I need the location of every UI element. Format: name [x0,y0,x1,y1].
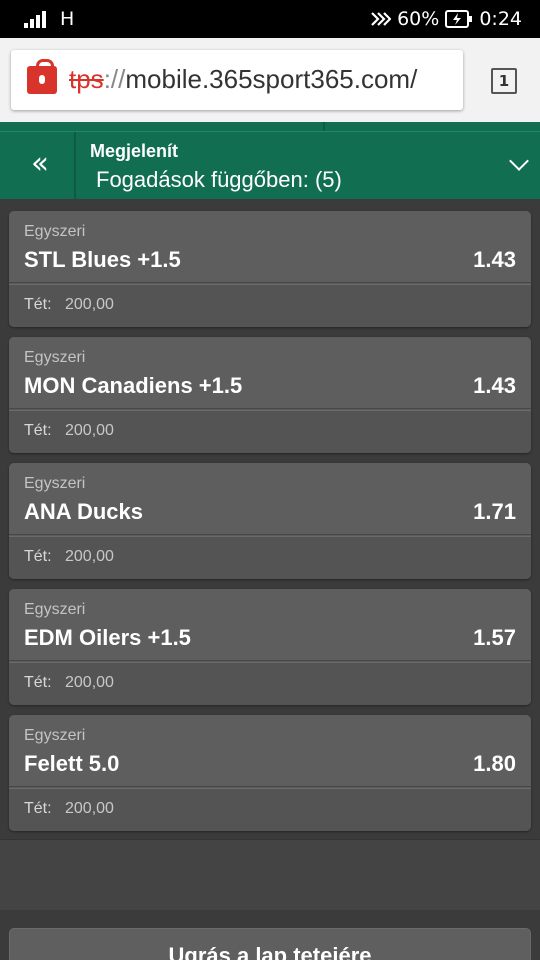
back-button[interactable]: ‹‹ [0,132,76,200]
stake-label: Tét: [24,422,52,439]
status-bar: H 60% 0:24 [0,0,540,38]
bet-odds: 1.43 [473,373,516,398]
bet-odds: 1.43 [473,247,516,272]
stake-value: 200,00 [65,800,114,817]
stake-label: Tét: [24,548,52,565]
stake-value: 200,00 [65,674,114,691]
url-host: mobile.365sport365.com/ [125,64,418,94]
header-label: Megjelenít [90,141,179,161]
bet-odds: 1.71 [473,499,516,524]
stake-value: 200,00 [65,422,114,439]
bet-card[interactable]: Egyszeri ANA Ducks 1.71 Tét: 200,00 [9,463,531,579]
footer-band [0,839,540,911]
bet-selection: MON Canadiens +1.5 [24,373,243,398]
stake-value: 200,00 [65,296,114,313]
green-nav-strip [0,122,540,131]
vibrate-icon [371,12,392,26]
bet-odds: 1.80 [473,751,516,776]
bet-selection: STL Blues +1.5 [24,247,181,272]
url-scheme: tps [69,64,104,94]
bets-header[interactable]: ‹‹ Megjelenít Fogadások függőben: (5) [0,131,540,200]
stake-label: Tét: [24,674,52,691]
battery-percent: 60% [397,8,440,30]
bet-card[interactable]: Egyszeri MON Canadiens +1.5 1.43 Tét: 20… [9,337,531,453]
bet-type: Egyszeri [24,349,86,366]
bet-type: Egyszeri [24,727,86,744]
url-text[interactable]: tps://mobile.365sport365.com/ [69,64,417,95]
address-bar[interactable]: tps://mobile.365sport365.com/ [11,50,463,110]
signal-icon [24,10,50,28]
browser-toolbar: tps://mobile.365sport365.com/ 1 [0,38,540,122]
bet-selection: Felett 5.0 [24,751,120,776]
bet-card[interactable]: Egyszeri STL Blues +1.5 1.43 Tét: 200,00 [9,211,531,327]
bet-card[interactable]: Egyszeri Felett 5.0 1.80 Tét: 200,00 [9,715,531,831]
bet-type: Egyszeri [24,475,86,492]
broken-lock-icon[interactable] [27,59,57,94]
bet-selection: EDM Oilers +1.5 [24,625,191,650]
bet-type: Egyszeri [24,223,86,240]
tab-switcher-icon[interactable]: 1 [491,68,517,94]
url-separator: :// [103,64,126,94]
network-type: H [60,8,75,30]
bet-type: Egyszeri [24,601,86,618]
bet-card[interactable]: Egyszeri EDM Oilers +1.5 1.57 Tét: 200,0… [9,589,531,705]
bet-selection: ANA Ducks [24,499,143,524]
stake-value: 200,00 [65,548,114,565]
header-filter-value[interactable]: Fogadások függőben: (5) [96,167,342,193]
clock: 0:24 [479,8,522,30]
bet-odds: 1.57 [473,625,516,650]
bet-list: Egyszeri STL Blues +1.5 1.43 Tét: 200,00… [0,199,540,839]
stake-label: Tét: [24,800,52,817]
stake-label: Tét: [24,296,52,313]
battery-charging-icon [445,10,473,28]
scroll-to-top-button[interactable]: Ugrás a lap tetejére [9,928,531,960]
chevron-down-icon[interactable] [509,151,529,171]
